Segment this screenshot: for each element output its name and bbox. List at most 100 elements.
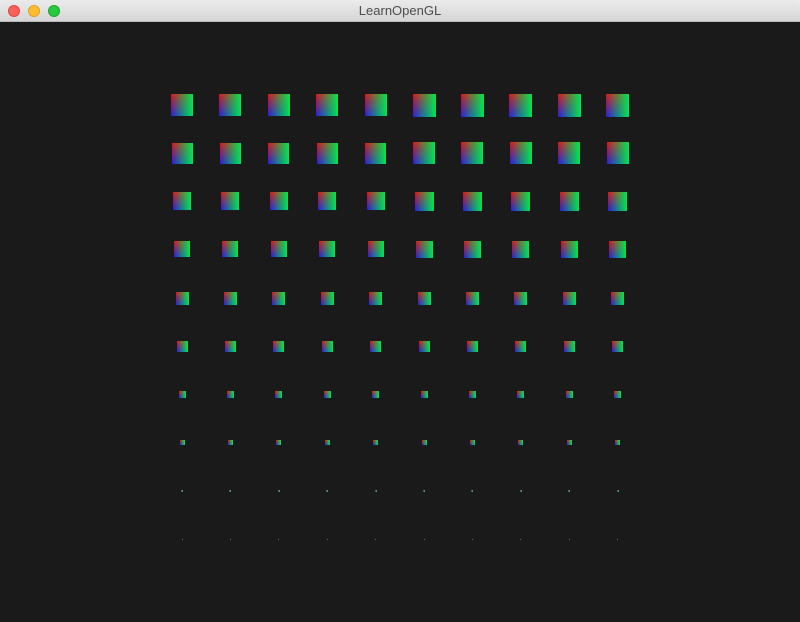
quad-instance bbox=[423, 538, 425, 540]
quad-instance bbox=[471, 538, 473, 540]
quad-instance bbox=[420, 390, 428, 398]
quad-instance bbox=[614, 390, 622, 398]
quad-instance bbox=[178, 390, 186, 398]
quad-instance bbox=[320, 291, 334, 305]
quad-instance bbox=[557, 93, 581, 117]
quad-instance bbox=[468, 390, 476, 398]
quad-instance bbox=[606, 142, 629, 164]
quad-instance bbox=[221, 192, 240, 210]
quad-instance bbox=[324, 439, 330, 445]
quad-instance bbox=[175, 291, 189, 305]
app-window: LearnOpenGL bbox=[0, 0, 800, 622]
quad-instance bbox=[511, 191, 531, 211]
quad-instance bbox=[229, 538, 231, 540]
quad-instance bbox=[558, 142, 581, 164]
quad-instance bbox=[509, 93, 533, 117]
quad-instance bbox=[612, 340, 624, 352]
quad-instance bbox=[222, 241, 239, 257]
quad-instance bbox=[616, 490, 619, 492]
quad-instance bbox=[606, 93, 630, 117]
quad-instance bbox=[176, 340, 188, 352]
quad-instance bbox=[270, 241, 287, 257]
quad-instance bbox=[276, 439, 282, 445]
quad-instance bbox=[608, 191, 628, 211]
quad-instance bbox=[519, 490, 522, 492]
opengl-viewport bbox=[0, 22, 800, 622]
quad-instance bbox=[219, 142, 241, 164]
quad-instance bbox=[565, 390, 573, 398]
quad-instance bbox=[181, 538, 183, 540]
quad-instance bbox=[417, 291, 431, 305]
quad-instance bbox=[323, 390, 331, 398]
quad-instance bbox=[515, 340, 527, 352]
quad-instance bbox=[512, 240, 530, 258]
quad-instance bbox=[615, 439, 621, 445]
quad-instance bbox=[321, 340, 333, 352]
quad-instance bbox=[461, 142, 484, 164]
quad-instance bbox=[423, 490, 425, 492]
quad-instance bbox=[466, 340, 478, 352]
quad-instance bbox=[560, 240, 578, 258]
quad-instance bbox=[326, 538, 328, 540]
quad-instance bbox=[171, 94, 193, 116]
quad-instance bbox=[326, 490, 329, 492]
quad-instance bbox=[373, 439, 379, 445]
quad-instance bbox=[514, 291, 528, 305]
quad-instance bbox=[414, 191, 434, 211]
quad-instance bbox=[465, 291, 479, 305]
quad-instance bbox=[460, 93, 484, 117]
quad-instance bbox=[179, 439, 185, 445]
quad-instance bbox=[173, 192, 191, 210]
quad-instance bbox=[568, 490, 571, 492]
quad-instance bbox=[275, 390, 283, 398]
quad-instance bbox=[609, 240, 627, 258]
quad-instance bbox=[418, 340, 430, 352]
quad-instance bbox=[181, 490, 183, 492]
quad-instance bbox=[413, 142, 435, 164]
quad-instance bbox=[517, 390, 525, 398]
quad-instance bbox=[272, 291, 286, 305]
quad-instance bbox=[364, 94, 387, 116]
quad-instance bbox=[421, 439, 427, 445]
quad-instance bbox=[369, 291, 383, 305]
window-title: LearnOpenGL bbox=[358, 3, 442, 18]
quad-instance bbox=[223, 291, 237, 305]
quad-instance bbox=[171, 142, 193, 164]
quad-instance bbox=[367, 241, 384, 257]
quad-instance bbox=[269, 192, 288, 210]
quad-instance bbox=[226, 390, 234, 398]
quad-instance bbox=[219, 94, 242, 116]
quad-instance bbox=[316, 94, 339, 116]
quad-instance bbox=[509, 142, 532, 164]
quad-instance bbox=[229, 490, 232, 492]
quad-instance bbox=[562, 291, 576, 305]
quad-instance bbox=[563, 340, 575, 352]
quad-instance bbox=[463, 240, 481, 258]
quad-instance bbox=[277, 490, 280, 492]
quad-instance bbox=[566, 439, 572, 445]
quad-instance bbox=[278, 538, 280, 540]
quad-instance bbox=[316, 142, 338, 164]
quad-instance bbox=[268, 142, 290, 164]
quad-instance bbox=[412, 93, 436, 117]
quad-instance bbox=[319, 241, 336, 257]
quad-instance bbox=[611, 291, 625, 305]
quad-instance bbox=[375, 538, 377, 540]
quad-instance bbox=[174, 241, 190, 257]
quad-instance bbox=[568, 538, 570, 540]
quad-instance bbox=[366, 192, 385, 210]
title-bar[interactable]: LearnOpenGL bbox=[0, 0, 800, 22]
quad-instance bbox=[518, 439, 524, 445]
quad-instance bbox=[273, 340, 285, 352]
quad-instance bbox=[469, 439, 475, 445]
quad-instance bbox=[520, 538, 522, 540]
quad-instance bbox=[617, 538, 619, 540]
quad-instance bbox=[318, 192, 337, 210]
quad-instance bbox=[224, 340, 236, 352]
quad-instance bbox=[227, 439, 233, 445]
quad-instance bbox=[415, 240, 433, 258]
quad-instance bbox=[370, 340, 382, 352]
quad-instance bbox=[462, 191, 482, 211]
quad-instance bbox=[267, 94, 290, 116]
quad-instance bbox=[365, 142, 387, 164]
